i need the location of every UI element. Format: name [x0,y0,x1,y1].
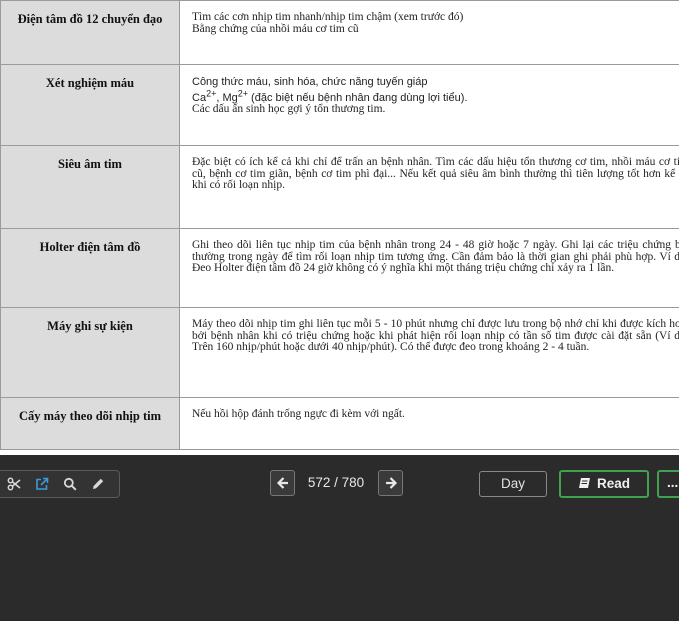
reader-toolbar: 572 / 780 Day Read ... [0,455,679,621]
row-label: Xét nghiệm máu [0,64,180,146]
calcium-symbol: Ca [192,91,207,104]
open-external-button[interactable] [28,471,56,497]
row-content: Nếu hồi hộp đánh trống ngực đi kèm với n… [179,397,679,450]
read-label: Read [596,476,630,491]
magnesium-charge: 2+ [237,87,248,98]
day-mode-button[interactable]: Day [479,471,547,497]
row-label: Siêu âm tim [0,145,180,229]
text-line: Công thức máu, sinh hóa, chức năng tuyến… [192,76,428,88]
table-row: Holter điện tâm đồ Ghi theo dõi liên tục… [0,228,679,308]
text-line: Tìm các cơn nhịp tim nhanh/nhịp tim chậm… [192,11,464,23]
row-label: Cấy máy theo dõi nhịp tim [0,397,180,450]
tool-group [0,470,120,498]
row-content: Công thức máu, sinh hóa, chức năng tuyến… [179,64,679,146]
diagnostic-table: Điện tâm đồ 12 chuyển đạo Tìm các cơn nh… [0,0,679,450]
scissors-button[interactable] [0,471,28,497]
search-button[interactable] [56,471,84,497]
row-content: Máy theo dõi nhịp tim ghi liên tục mỗi 5… [179,307,679,398]
row-content: Đặc biệt có ích kể cả khi chỉ để trấn an… [179,145,679,229]
row-label: Điện tâm đồ 12 chuyển đạo [0,0,180,65]
external-link-icon [36,477,49,490]
electrolyte-note: (đặc biệt nếu bệnh nhân đang dùng lợi ti… [248,91,468,104]
read-mode-button[interactable]: Read [559,470,649,498]
text-line: Bằng chứng của nhồi máu cơ tim cũ [192,22,359,35]
magnesium-symbol: , Mg [216,91,238,104]
arrow-right-icon [385,477,397,489]
text-line: Các dấu ấn sinh học gợi ý tổn thương tim… [192,103,386,115]
book-icon [578,478,590,488]
row-content: Ghi theo dõi liên tục nhịp tim của bệnh … [179,228,679,308]
next-page-button[interactable] [378,470,403,496]
row-label: Máy ghi sự kiện [0,307,180,398]
row-label: Holter điện tâm đồ [0,228,180,308]
table-row: Cấy máy theo dõi nhịp tim Nếu hồi hộp đá… [0,397,679,450]
table-row: Siêu âm tim Đặc biệt có ích kể cả khi ch… [0,145,679,229]
search-icon [63,477,77,491]
document-page: Điện tâm đồ 12 chuyển đạo Tìm các cơn nh… [0,0,679,455]
page-indicator: 572 / 780 [307,475,365,490]
arrow-left-icon [276,477,288,489]
row-content: Tìm các cơn nhịp tim nhanh/nhịp tim chậm… [179,0,679,65]
calcium-charge: 2+ [206,87,217,98]
more-button[interactable]: ... [657,470,679,498]
table-row: Xét nghiệm máu Công thức máu, sinh hóa, … [0,64,679,146]
table-row: Điện tâm đồ 12 chuyển đạo Tìm các cơn nh… [0,0,679,65]
scissors-icon [7,477,21,491]
annotate-button[interactable] [84,471,112,497]
pencil-icon [93,478,104,489]
table-row: Máy ghi sự kiện Máy theo dõi nhịp tim gh… [0,307,679,398]
prev-page-button[interactable] [270,470,295,496]
